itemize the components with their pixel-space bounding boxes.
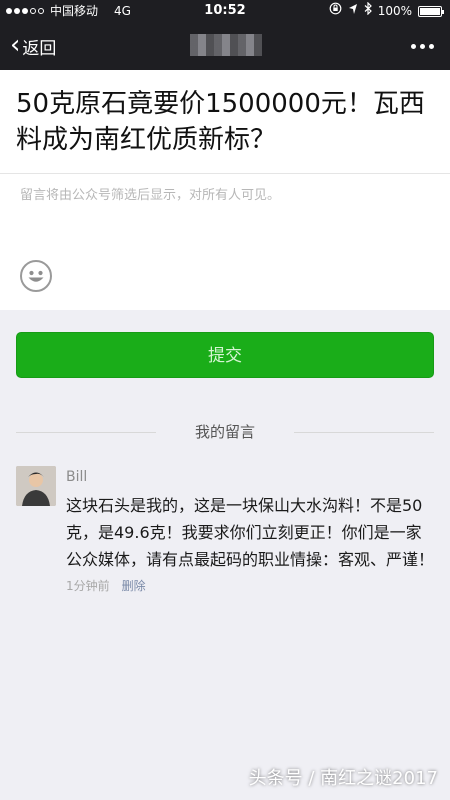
divider [294,432,434,433]
nav-bar: ‹ 返回 [0,22,450,70]
bluetooth-icon [364,0,372,22]
article-title: 50克原石竟要价1500000元！瓦西料成为南红优质新标？ [16,89,425,155]
blurred-account-name [190,34,262,56]
comment-meta: 1分钟前 删除 [66,577,434,594]
comment-editor: 50克原石竟要价1500000元！瓦西料成为南红优质新标？ [0,70,450,310]
top-bar: 中国移动 4G 10:52 100% ‹ 返回 [0,0,450,70]
submit-button[interactable]: 提交 [16,332,434,378]
divider [16,432,156,433]
comment-input[interactable] [18,182,432,242]
chevron-left-icon: ‹ [10,29,21,60]
back-button[interactable]: ‹ 返回 [10,22,56,70]
comment-body: Bill 这块石头是我的，这是一块保山大水沟料！不是50克，是49.6克！我要求… [66,466,434,594]
comment-author: Bill [66,469,88,485]
more-icon[interactable] [411,22,434,70]
lock-rotation-icon [329,0,342,22]
status-right: 100% [329,0,444,22]
comment-text: 这块石头是我的，这是一块保山大水沟料！不是50克，是49.6克！我要求你们立刻更… [66,496,435,569]
delete-button[interactable]: 删除 [122,577,146,594]
section-title: 我的留言 [194,423,255,441]
battery-percent: 100% [377,4,412,18]
divider [0,173,450,174]
avatar [16,466,56,506]
location-icon [348,0,358,22]
smiley-icon[interactable] [20,260,52,292]
comment-time: 1分钟前 [66,579,110,593]
back-label: 返回 [22,38,57,59]
battery-icon [418,5,444,17]
status-bar: 中国移动 4G 10:52 100% [0,0,450,22]
watermark: 头条号 / 南红之谜2017 [248,768,438,789]
my-comments-heading: 我的留言 [0,420,450,444]
